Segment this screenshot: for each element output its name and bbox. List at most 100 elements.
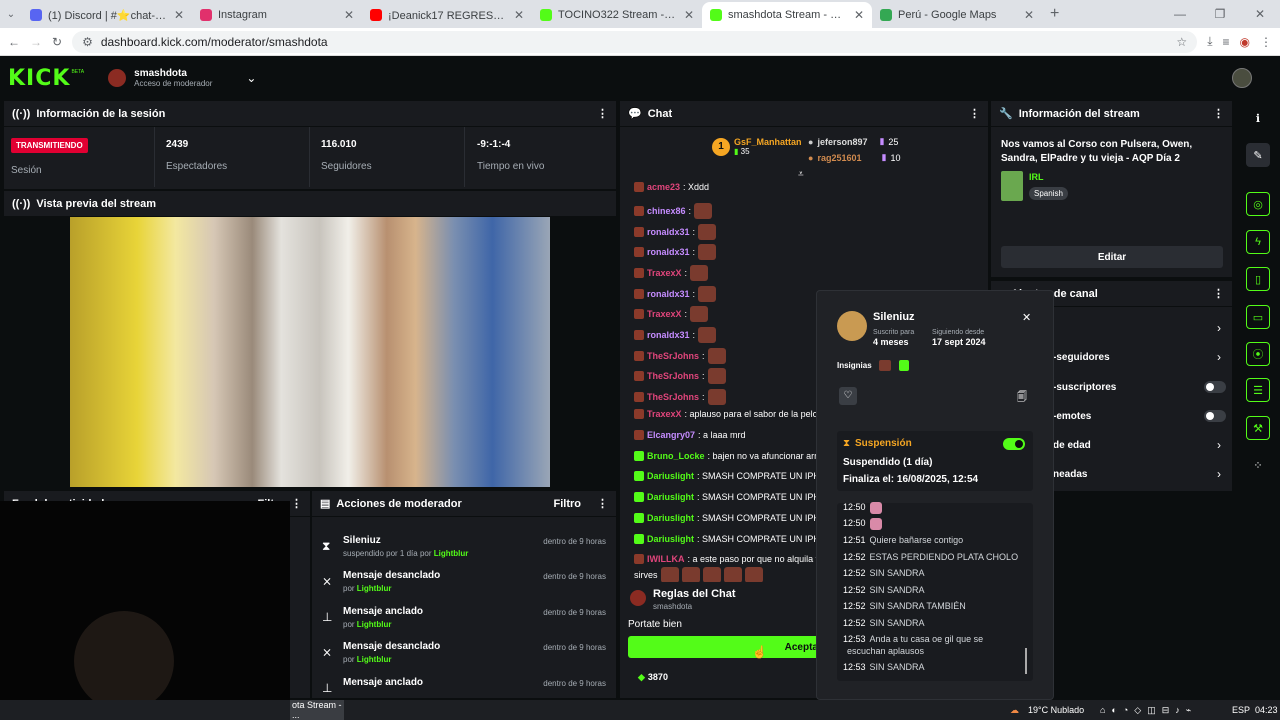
close-icon[interactable]: ✕ — [174, 8, 184, 22]
tab-youtube[interactable]: ¡Deanick17 REGRESO! 😃🔒 Sa✕ — [362, 2, 532, 28]
category-label[interactable]: IRL — [1029, 172, 1044, 182]
address-bar[interactable]: ⚙ dashboard.kick.com/moderator/smashdota… — [72, 30, 1198, 53]
chat-username[interactable]: ronaldx31 — [647, 289, 690, 299]
bookmark-star-icon[interactable]: ☆ — [1176, 35, 1187, 49]
kick-logo[interactable]: KICK — [8, 66, 70, 91]
chat-username[interactable]: Dariuslight — [647, 471, 694, 481]
close-icon[interactable]: ✕ — [854, 8, 864, 22]
info-icon[interactable]: ℹ — [1246, 106, 1270, 130]
follow-heart-button[interactable]: ♡ — [839, 387, 857, 405]
user-history-message: 12:52 SIN SANDRA — [843, 585, 925, 595]
download-icon[interactable]: ⤓ — [1207, 34, 1212, 49]
chat-username[interactable]: Dariuslight — [647, 492, 694, 502]
emotes-toggle[interactable] — [1204, 410, 1226, 422]
site-info-icon[interactable]: ⚙ — [82, 35, 93, 49]
more-icon[interactable]: ⋮ — [291, 497, 302, 510]
apps-icon[interactable]: ⁘ — [1246, 453, 1270, 477]
tray-icons[interactable]: ⌂◐◔◇◫⊟♪⌁ — [1100, 705, 1197, 716]
tab-discord[interactable]: (1) Discord | #⭐chat-general✕ — [22, 2, 192, 28]
chat-username[interactable]: ronaldx31 — [647, 247, 690, 257]
chat-username[interactable]: ronaldx31 — [647, 330, 690, 340]
chevron-down-icon[interactable]: ⌄ — [246, 71, 256, 85]
more-icon[interactable]: ⋮ — [597, 497, 608, 510]
chat-username[interactable]: TraxexX — [647, 309, 682, 319]
camera-icon[interactable]: ◎ — [1246, 192, 1270, 216]
mod-action-row[interactable]: ⊥ Mensaje anclado por Lightblur dentro de 9… — [318, 606, 612, 640]
user-avatar[interactable] — [1232, 68, 1252, 88]
chat-username[interactable]: ronaldx31 — [647, 227, 690, 237]
language-indicator[interactable]: ESP — [1232, 705, 1250, 715]
forward-icon[interactable]: → — [30, 35, 42, 49]
chat-username[interactable]: TheSrJohns — [647, 392, 699, 402]
clock[interactable]: 04:23 — [1255, 705, 1278, 715]
close-icon[interactable]: ✕ — [514, 8, 524, 22]
close-window-button[interactable]: ✕ — [1240, 7, 1280, 21]
top-gifter-1[interactable]: 1 GsF_Manhattan ▮ 35 — [712, 137, 802, 156]
weather-text[interactable]: 19°C Nublado — [1028, 705, 1084, 715]
close-icon[interactable]: ✕ — [344, 8, 354, 22]
chat-username[interactable]: IWILLKA — [647, 554, 685, 564]
chat-username[interactable]: Dariuslight — [647, 534, 694, 544]
collapse-icon[interactable]: ⩡ — [798, 169, 804, 180]
accept-rules-button[interactable]: Acepta — [628, 636, 820, 658]
mod-action-row[interactable]: ⊥ Mensaje anclado dentro de 9 horas — [318, 677, 612, 697]
chat-icon[interactable]: ▭ — [1246, 305, 1270, 329]
edit-button[interactable]: Editar — [1001, 246, 1223, 268]
chat-username[interactable]: acme23 — [647, 182, 680, 192]
mod-action-row[interactable]: ⧗ Sileniuz suspendido por 1 día por Lightb… — [318, 535, 612, 569]
profile-icon[interactable]: ◉ — [1240, 35, 1250, 49]
top-gifter-3[interactable]: ● rag251601 ▮ 10 — [808, 152, 900, 163]
bolt-icon[interactable]: ϟ — [1246, 230, 1270, 254]
scrollbar[interactable] — [1025, 648, 1027, 674]
minimize-button[interactable]: — — [1160, 7, 1200, 21]
more-icon[interactable]: ⋮ — [1213, 107, 1224, 120]
chevron-right-icon[interactable]: › — [1217, 467, 1221, 481]
chat-username[interactable]: TraxexX — [647, 268, 682, 278]
reload-icon[interactable]: ↻ — [52, 35, 62, 49]
mod-action-row[interactable]: ⨯ Mensaje desanclado por Lightblur dentro d… — [318, 641, 612, 675]
more-icon[interactable]: ⋮ — [1213, 287, 1224, 300]
suspension-toggle[interactable] — [1003, 438, 1025, 450]
tab-tocino[interactable]: TOCINO322 Stream - Watch Liv✕ — [532, 2, 702, 28]
restore-button[interactable]: ❐ — [1200, 7, 1240, 21]
chat-username[interactable]: chinex86 — [647, 206, 686, 216]
tab-smashdota[interactable]: smashdota Stream - Kick Dashb✕ — [702, 2, 872, 28]
close-icon[interactable]: ✕ — [1022, 311, 1031, 324]
clip-icon[interactable]: 🗐 — [1017, 390, 1027, 407]
chevron-right-icon[interactable]: › — [1217, 350, 1221, 364]
chat-username[interactable]: TheSrJohns — [647, 351, 699, 361]
stat-divider — [154, 127, 155, 187]
tab-instagram[interactable]: Instagram ✕ — [192, 2, 362, 28]
back-icon[interactable]: ← — [8, 35, 20, 49]
channel-switcher[interactable]: smashdota Acceso de moderador ⌄ — [108, 68, 256, 88]
more-icon[interactable]: ⋮ — [597, 107, 608, 120]
chevron-right-icon[interactable]: › — [1217, 438, 1221, 452]
chat-username[interactable]: Bruno_Locke — [647, 451, 705, 461]
wrench-icon[interactable]: ⚒ — [1246, 416, 1270, 440]
list-icon[interactable]: ☰ — [1246, 378, 1270, 402]
broadcast-icon[interactable]: ⦿ — [1246, 342, 1270, 366]
document-icon[interactable]: ▯ — [1246, 267, 1270, 291]
tab-maps[interactable]: Perú - Google Maps ✕ — [872, 2, 1042, 28]
chevron-right-icon[interactable]: › — [1217, 321, 1221, 335]
tab-search-icon[interactable]: ⌄ — [0, 9, 22, 20]
stream-info-panel: 🔧 Información del stream ⋮ Nos vamos al Co… — [991, 101, 1232, 277]
chat-username[interactable]: Dariuslight — [647, 513, 694, 523]
playlist-icon[interactable]: ≡ — [1223, 35, 1230, 49]
channel-points[interactable]: ◆ 3870 — [638, 672, 668, 683]
close-icon[interactable]: ✕ — [1024, 8, 1034, 22]
more-icon[interactable]: ⋮ — [969, 107, 980, 120]
edit-icon[interactable]: ✎ — [1246, 143, 1270, 167]
top-gifter-2[interactable]: ● jeferson897 ▮ 25 — [808, 136, 898, 147]
menu-icon[interactable]: ⋮ — [1260, 35, 1272, 49]
mod-action-row[interactable]: ⨯ Mensaje desanclado por Lightblur dentro d… — [318, 570, 612, 604]
mod-filter-button[interactable]: Filtro — [554, 498, 582, 510]
chat-username[interactable]: TheSrJohns — [647, 371, 699, 381]
chat-username[interactable]: TraxexX — [647, 409, 682, 419]
stream-video[interactable] — [70, 217, 550, 487]
new-tab-button[interactable]: + — [1050, 5, 1059, 23]
chat-username[interactable]: Elcangry07 — [647, 430, 695, 440]
taskbar-app[interactable]: ota Stream - ... — [290, 700, 344, 720]
subscribers-toggle[interactable] — [1204, 381, 1226, 393]
close-icon[interactable]: ✕ — [684, 8, 694, 22]
